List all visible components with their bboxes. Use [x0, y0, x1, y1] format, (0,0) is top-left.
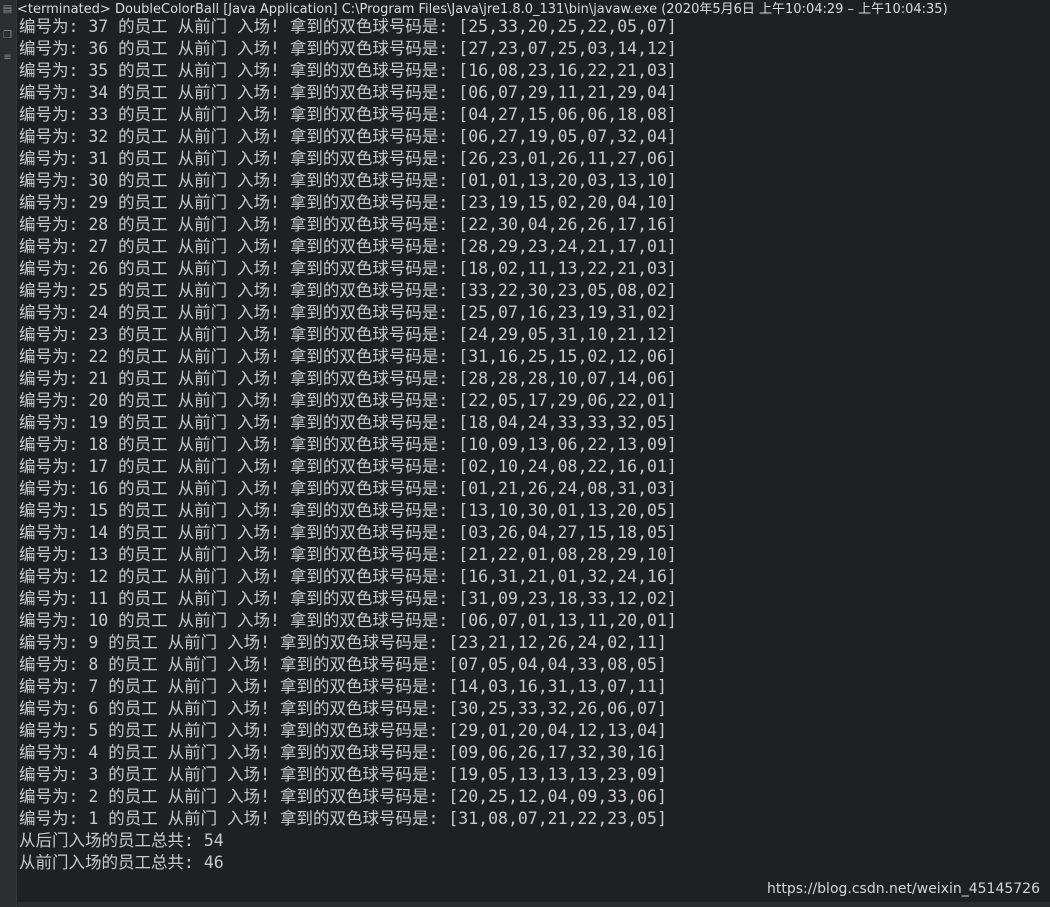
- terminate-icon[interactable]: ▤: [2, 4, 13, 15]
- console-line: 编号为: 31 的员工 从前门 入场! 拿到的双色球号码是: [26,23,01…: [19, 149, 677, 168]
- console-line: 编号为: 21 的员工 从前门 入场! 拿到的双色球号码是: [28,28,28…: [19, 369, 677, 388]
- console-line: 编号为: 6 的员工 从前门 入场! 拿到的双色球号码是: [30,25,33,…: [19, 699, 667, 718]
- console-line: 编号为: 18 的员工 从前门 入场! 拿到的双色球号码是: [10,09,13…: [19, 435, 677, 454]
- console-line: 编号为: 22 的员工 从前门 入场! 拿到的双色球号码是: [31,16,25…: [19, 347, 677, 366]
- console-line: 编号为: 9 的员工 从前门 入场! 拿到的双色球号码是: [23,21,12,…: [19, 633, 667, 652]
- console-line: 编号为: 13 的员工 从前门 入场! 拿到的双色球号码是: [21,22,01…: [19, 545, 677, 564]
- console-line: 编号为: 29 的员工 从前门 入场! 拿到的双色球号码是: [23,19,15…: [19, 193, 677, 212]
- console-line: 编号为: 19 的员工 从前门 入场! 拿到的双色球号码是: [18,04,24…: [19, 413, 677, 432]
- console-line: 编号为: 23 的员工 从前门 入场! 拿到的双色球号码是: [24,29,05…: [19, 325, 677, 344]
- console-output[interactable]: 编号为: 37 的员工 从前门 入场! 拿到的双色球号码是: [25,33,20…: [19, 16, 1039, 874]
- console-line: 编号为: 37 的员工 从前门 入场! 拿到的双色球号码是: [25,33,20…: [19, 17, 677, 36]
- console-line: 从前门入场的员工总共: 46: [19, 853, 224, 872]
- horizontal-scrollbar[interactable]: [17, 902, 1050, 907]
- console-line: 编号为: 12 的员工 从前门 入场! 拿到的双色球号码是: [16,31,21…: [19, 567, 677, 586]
- console-line: 编号为: 11 的员工 从前门 入场! 拿到的双色球号码是: [31,09,23…: [19, 589, 677, 608]
- console-line: 编号为: 35 的员工 从前门 入场! 拿到的双色球号码是: [16,08,23…: [19, 61, 677, 80]
- console-line: 编号为: 20 的员工 从前门 入场! 拿到的双色球号码是: [22,05,17…: [19, 391, 677, 410]
- console-line: 编号为: 30 的员工 从前门 入场! 拿到的双色球号码是: [01,01,13…: [19, 171, 677, 190]
- scroll-icon[interactable]: ≡: [2, 52, 13, 63]
- console-line: 编号为: 25 的员工 从前门 入场! 拿到的双色球号码是: [33,22,30…: [19, 281, 677, 300]
- console-line: 编号为: 24 的员工 从前门 入场! 拿到的双色球号码是: [25,07,16…: [19, 303, 677, 322]
- console-gutter: ▤ ❐ ≡: [0, 0, 17, 907]
- console-line: 编号为: 14 的员工 从前门 入场! 拿到的双色球号码是: [03,26,04…: [19, 523, 677, 542]
- console-line: 编号为: 8 的员工 从前门 入场! 拿到的双色球号码是: [07,05,04,…: [19, 655, 667, 674]
- console-line: 编号为: 34 的员工 从前门 入场! 拿到的双色球号码是: [06,07,29…: [19, 83, 677, 102]
- console-line: 编号为: 3 的员工 从前门 入场! 拿到的双色球号码是: [19,05,13,…: [19, 765, 667, 784]
- console-line: 编号为: 17 的员工 从前门 入场! 拿到的双色球号码是: [02,10,24…: [19, 457, 677, 476]
- watermark: https://blog.csdn.net/weixin_45145726: [766, 881, 1040, 897]
- console-line: 编号为: 2 的员工 从前门 入场! 拿到的双色球号码是: [20,25,12,…: [19, 787, 667, 806]
- console-line: 编号为: 28 的员工 从前门 入场! 拿到的双色球号码是: [22,30,04…: [19, 215, 677, 234]
- console-line: 编号为: 15 的员工 从前门 入场! 拿到的双色球号码是: [13,10,30…: [19, 501, 677, 520]
- console-line: 编号为: 27 的员工 从前门 入场! 拿到的双色球号码是: [28,29,23…: [19, 237, 677, 256]
- console-line: 编号为: 4 的员工 从前门 入场! 拿到的双色球号码是: [09,06,26,…: [19, 743, 667, 762]
- console-window: ▤ ❐ ≡ <terminated> DoubleColorBall [Java…: [0, 0, 1050, 907]
- console-line: 编号为: 1 的员工 从前门 入场! 拿到的双色球号码是: [31,08,07,…: [19, 809, 667, 828]
- console-line: 编号为: 36 的员工 从前门 入场! 拿到的双色球号码是: [27,23,07…: [19, 39, 677, 58]
- console-line: 编号为: 7 的员工 从前门 入场! 拿到的双色球号码是: [14,03,16,…: [19, 677, 667, 696]
- restore-icon[interactable]: ❐: [2, 30, 13, 41]
- console-line: 从后门入场的员工总共: 54: [19, 831, 224, 850]
- console-line: 编号为: 32 的员工 从前门 入场! 拿到的双色球号码是: [06,27,19…: [19, 127, 677, 146]
- console-line: 编号为: 10 的员工 从前门 入场! 拿到的双色球号码是: [06,07,01…: [19, 611, 677, 630]
- console-line: 编号为: 26 的员工 从前门 入场! 拿到的双色球号码是: [18,02,11…: [19, 259, 677, 278]
- console-line: 编号为: 5 的员工 从前门 入场! 拿到的双色球号码是: [29,01,20,…: [19, 721, 667, 740]
- console-line: 编号为: 16 的员工 从前门 入场! 拿到的双色球号码是: [01,21,26…: [19, 479, 677, 498]
- console-line: 编号为: 33 的员工 从前门 入场! 拿到的双色球号码是: [04,27,15…: [19, 105, 677, 124]
